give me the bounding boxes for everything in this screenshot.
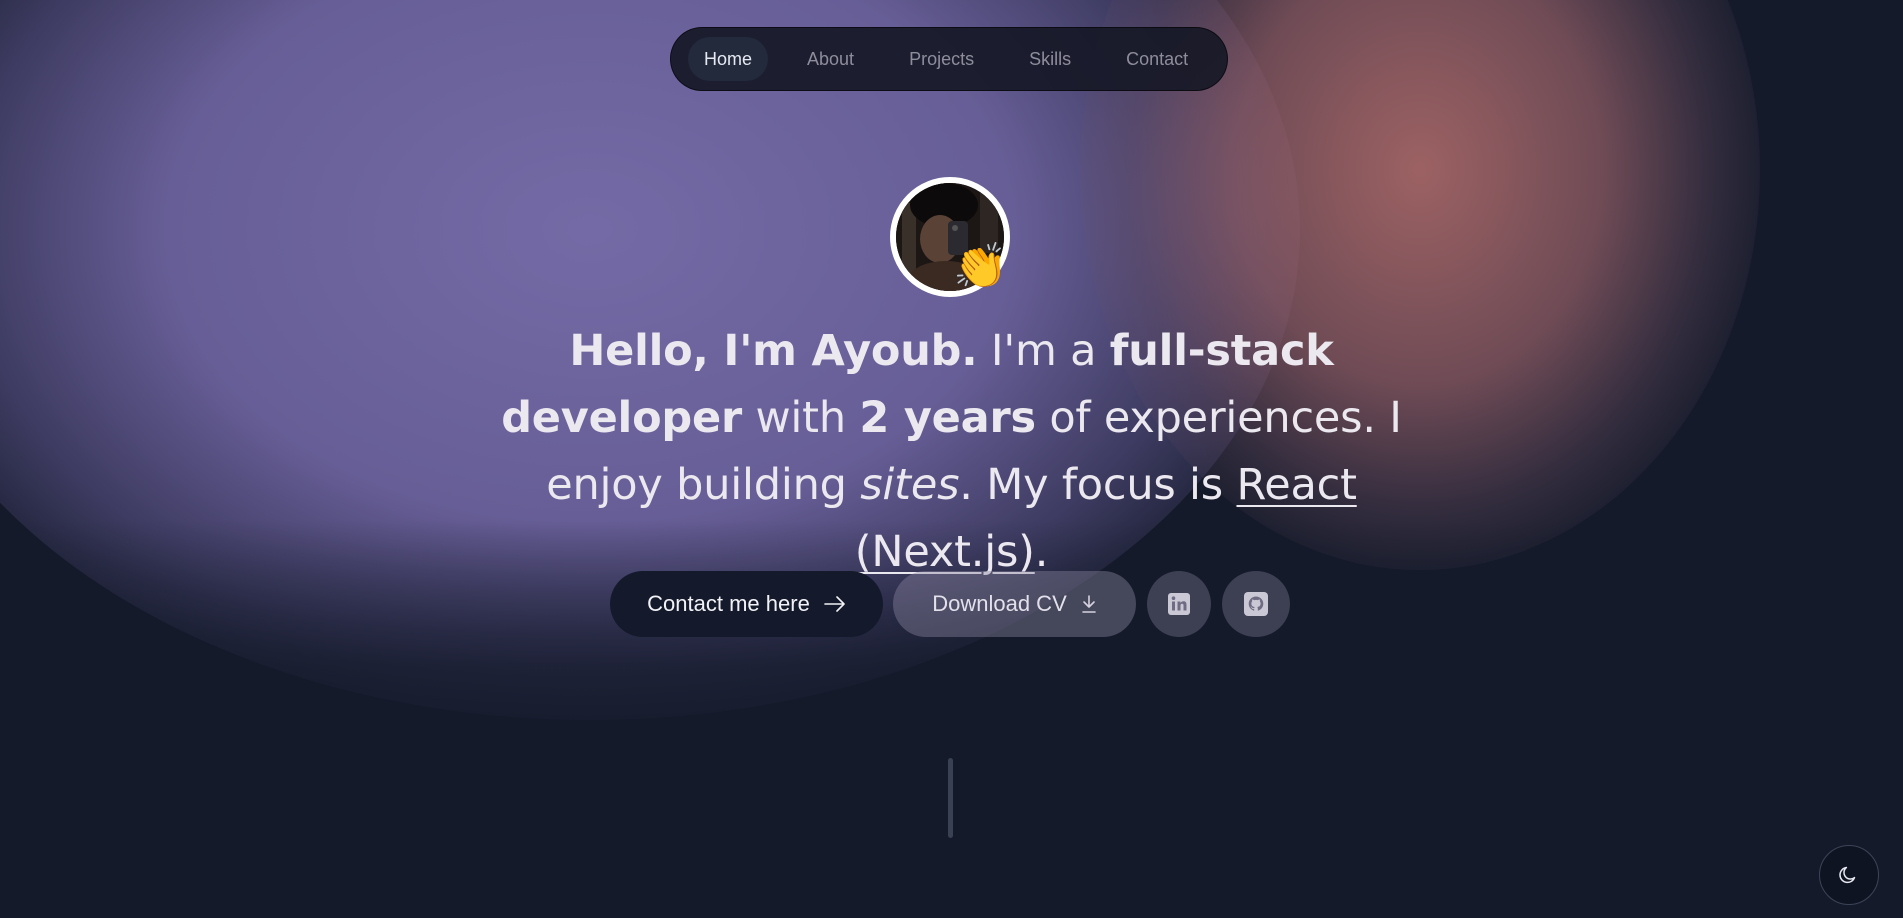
headline-text-5: . bbox=[1034, 527, 1049, 577]
hero-headline: Hello, I'm Ayoub. I'm a full-stack devel… bbox=[470, 318, 1433, 586]
nav-projects[interactable]: Projects bbox=[893, 37, 990, 81]
github-icon bbox=[1244, 592, 1268, 616]
headline-text-2: with bbox=[741, 393, 860, 443]
clapping-hands-icon: 👏 bbox=[953, 241, 1008, 292]
theme-toggle-button[interactable] bbox=[1819, 845, 1879, 905]
download-cv-button[interactable]: Download CV bbox=[893, 571, 1136, 637]
arrow-right-icon bbox=[824, 596, 845, 612]
contact-button[interactable]: Contact me here bbox=[610, 571, 883, 637]
download-cv-label: Download CV bbox=[932, 591, 1067, 616]
linkedin-icon bbox=[1168, 593, 1190, 615]
headline-years: 2 years bbox=[859, 393, 1036, 443]
nav-home[interactable]: Home bbox=[688, 37, 769, 81]
github-button[interactable] bbox=[1222, 571, 1290, 637]
download-icon bbox=[1081, 595, 1096, 613]
scroll-indicator bbox=[948, 758, 953, 838]
nav-about[interactable]: About bbox=[791, 37, 870, 81]
top-nav: Home About Projects Skills Contact bbox=[670, 27, 1228, 91]
headline-text-1: I'm a bbox=[977, 326, 1110, 376]
headline-intro: Hello, I'm Ayoub. bbox=[569, 326, 978, 376]
headline-text-4: . My focus is bbox=[959, 460, 1237, 510]
headline-sites: sites bbox=[860, 460, 960, 510]
nav-skills[interactable]: Skills bbox=[1013, 37, 1087, 81]
moon-icon bbox=[1839, 866, 1856, 884]
nav-contact[interactable]: Contact bbox=[1110, 37, 1204, 81]
linkedin-button[interactable] bbox=[1147, 571, 1211, 637]
contact-button-label: Contact me here bbox=[647, 591, 810, 616]
